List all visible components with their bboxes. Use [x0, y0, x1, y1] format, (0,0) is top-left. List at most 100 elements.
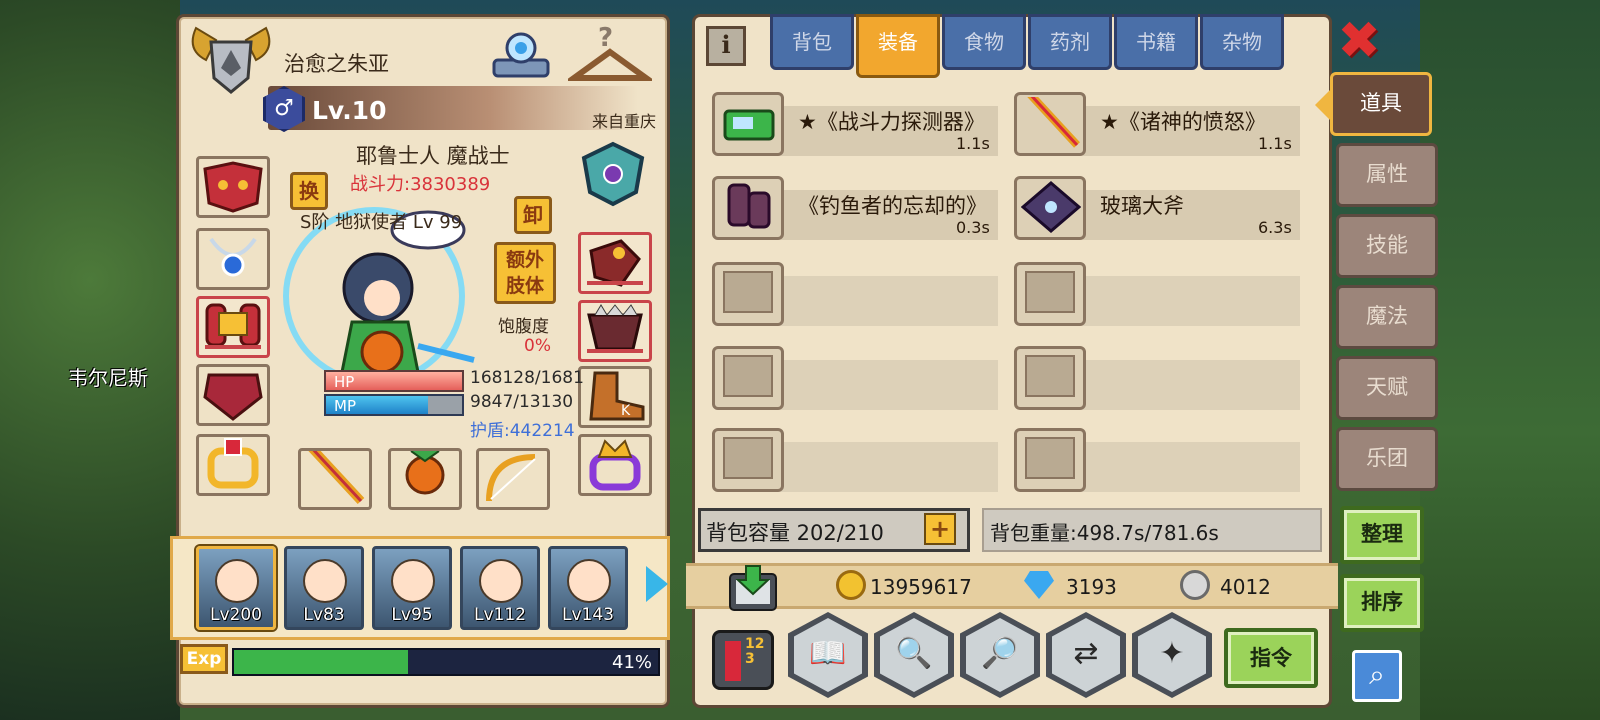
- item-row-bar: [1074, 276, 1300, 326]
- party-next-arrow[interactable]: [646, 566, 668, 602]
- sort-button[interactable]: 排序: [1340, 574, 1424, 632]
- mp-label: MP: [334, 397, 356, 415]
- world-left-edge: [0, 0, 180, 720]
- party-member-card[interactable]: Lv143: [548, 546, 628, 630]
- item-slot[interactable]: [1014, 176, 1086, 240]
- equip-slot-pants[interactable]: [578, 300, 652, 362]
- equip-slot-helmet[interactable]: [196, 156, 270, 218]
- equip-slot-ranged[interactable]: [476, 448, 550, 510]
- silver-amount: 4012: [1220, 575, 1271, 599]
- equip-slot-offhand[interactable]: [388, 448, 462, 510]
- book-icon: 📖: [794, 618, 862, 692]
- equip-slot-gloves[interactable]: [578, 232, 652, 294]
- party-member-level: Lv143: [562, 605, 614, 625]
- side-tab-5[interactable]: 乐团: [1336, 427, 1438, 491]
- extra-limb-button[interactable]: 额外 肢体: [494, 242, 556, 304]
- side-tab-2[interactable]: 技能: [1336, 214, 1438, 278]
- tab-2[interactable]: 食物: [942, 14, 1026, 70]
- search-icon[interactable]: ⌕: [1352, 650, 1402, 702]
- swap-arrows-icon: ⇄: [1052, 618, 1120, 692]
- list-number-icon: 123: [745, 636, 765, 667]
- party-member-level: Lv200: [210, 605, 262, 625]
- tab-1[interactable]: 装备: [856, 14, 940, 78]
- pumpkin-icon: [405, 450, 445, 495]
- tab-5[interactable]: 杂物: [1200, 14, 1284, 70]
- exp-bar: [232, 648, 660, 676]
- item-row-bar: [772, 360, 998, 410]
- shield-value: 护盾:442214: [470, 421, 575, 441]
- equip-slot-backpack[interactable]: [196, 296, 270, 358]
- empty-item-slot: [712, 428, 784, 492]
- close-icon[interactable]: ✖: [1336, 15, 1382, 68]
- party-member-card[interactable]: Lv200: [196, 546, 276, 630]
- empty-slot-frame: [1025, 437, 1075, 479]
- item-name: 《钓鱼者的忘却的》: [798, 194, 987, 218]
- equip-slot-armor[interactable]: [196, 364, 270, 426]
- hanger-help-icon[interactable]: ?: [568, 22, 652, 88]
- expand-capacity-button[interactable]: +: [924, 513, 956, 545]
- item-slot[interactable]: [1014, 90, 1086, 156]
- character-race-class: 耶鲁士人 魔战士: [356, 144, 510, 168]
- equip-slot-weapon[interactable]: [298, 441, 372, 510]
- party-member-level: Lv95: [391, 605, 433, 625]
- gold-coin-icon: [836, 570, 866, 600]
- hunger-value: 0%: [524, 336, 551, 356]
- compass-icon: ✦: [1138, 618, 1206, 692]
- numbered-list-button[interactable]: 123: [712, 630, 774, 690]
- organize-button[interactable]: 整理: [1340, 506, 1424, 564]
- tab-4[interactable]: 书籍: [1114, 14, 1198, 70]
- gem-amount: 3193: [1066, 575, 1117, 599]
- side-tab-1[interactable]: 属性: [1336, 143, 1438, 207]
- side-tab-4[interactable]: 天赋: [1336, 356, 1438, 420]
- gold-amount: 13959617: [870, 575, 972, 599]
- crystal-altar-icon[interactable]: [488, 24, 554, 84]
- party-member-portrait: [391, 559, 435, 603]
- character-level: Lv.10: [312, 96, 387, 125]
- equip-slot-ring[interactable]: [196, 434, 270, 496]
- info-button[interactable]: i: [706, 26, 746, 66]
- golden-staff-icon: [305, 441, 365, 505]
- bag-capacity: 背包容量 202/210: [706, 521, 884, 545]
- town-label: 韦尔尼斯: [68, 366, 148, 390]
- item-name: ★《诸神的愤怒》: [1100, 110, 1266, 134]
- party-member-portrait: [215, 559, 259, 603]
- item-name: 玻璃大斧: [1100, 194, 1184, 218]
- tab-0[interactable]: 背包: [770, 14, 854, 70]
- character-name: 治愈之朱亚: [284, 52, 389, 76]
- unequip-button[interactable]: 卸: [514, 196, 552, 234]
- magnifier-icon: 🔍: [880, 618, 948, 692]
- side-tab-3[interactable]: 魔法: [1336, 285, 1438, 349]
- tab-3[interactable]: 药剂: [1028, 14, 1112, 70]
- hp-value: 168128/1681: [470, 368, 584, 388]
- party-member-card[interactable]: Lv95: [372, 546, 452, 630]
- item-slot[interactable]: [712, 176, 784, 240]
- equip-slot-boots[interactable]: K: [578, 366, 652, 428]
- hp-label: HP: [334, 373, 355, 391]
- item-weight: 0.3s: [956, 218, 990, 237]
- equip-slot-necklace[interactable]: [196, 228, 270, 290]
- item-slot[interactable]: [712, 92, 784, 156]
- item-name: ★《战斗力探测器》: [798, 110, 985, 134]
- command-button[interactable]: 指令: [1224, 628, 1318, 688]
- bag-weight: 背包重量:498.7s/781.6s: [990, 521, 1219, 545]
- empty-item-slot: [712, 262, 784, 326]
- empty-slot-frame: [723, 355, 773, 397]
- item-weight: 6.3s: [1258, 218, 1292, 237]
- item-row-bar: [772, 276, 998, 326]
- hp-bar: HP: [324, 370, 464, 392]
- item-row-bar: [1074, 360, 1300, 410]
- character-origin: 来自重庆: [592, 112, 657, 131]
- shield-emblem-icon[interactable]: [580, 140, 646, 208]
- empty-item-slot: [1014, 262, 1086, 326]
- item-weight: 1.1s: [1258, 134, 1292, 153]
- exp-label: Exp: [180, 644, 228, 674]
- exp-percent: 41%: [612, 652, 653, 673]
- storage-download-icon[interactable]: [726, 564, 780, 612]
- spiked-armor-icon: [587, 304, 643, 351]
- red-bar-icon: [725, 641, 741, 681]
- side-tab-0[interactable]: 道具: [1315, 72, 1432, 136]
- party-member-card[interactable]: Lv112: [460, 546, 540, 630]
- boot-icon: K: [589, 371, 645, 421]
- party-member-card[interactable]: Lv83: [284, 546, 364, 630]
- equip-slot-accessory[interactable]: [578, 434, 652, 496]
